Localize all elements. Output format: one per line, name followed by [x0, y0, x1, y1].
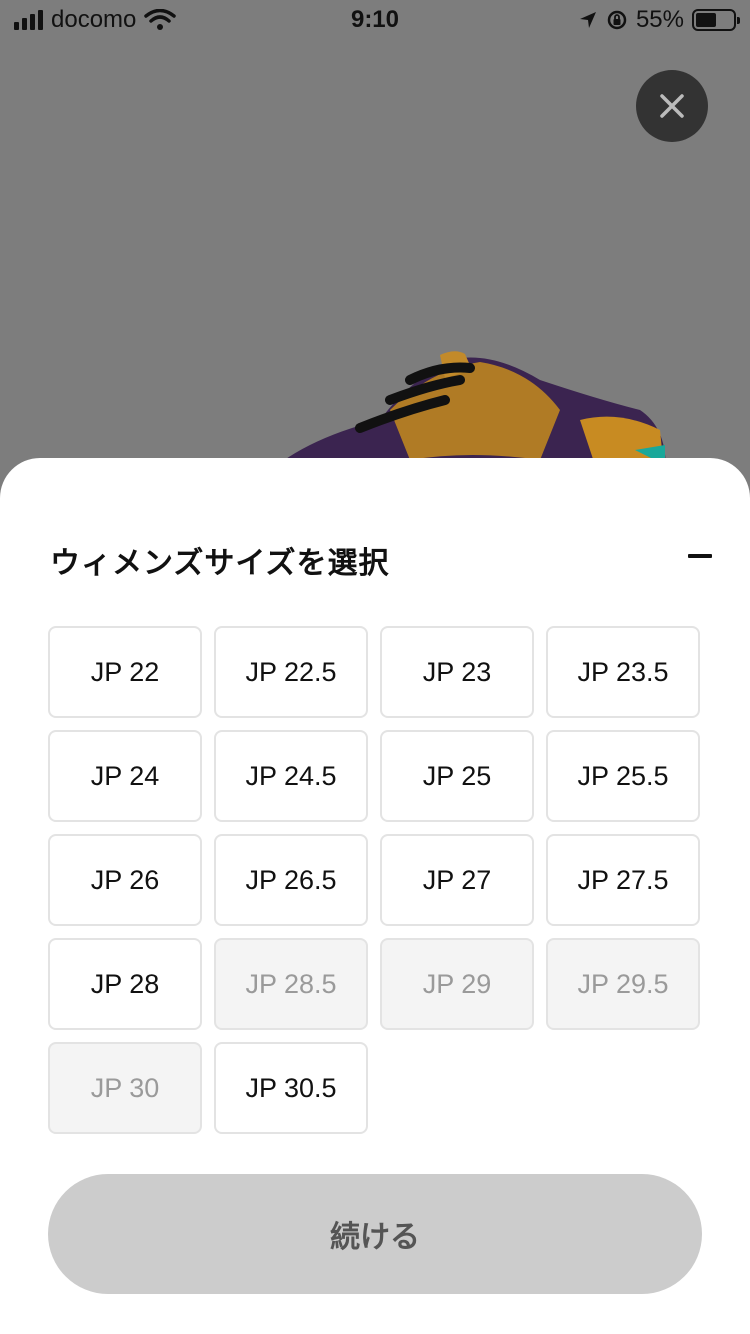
size-grid: JP 22 JP 22.5 JP 23 JP 23.5 JP 24 JP 24.5 JP 2… [48, 626, 702, 1134]
size-option-button[interactable]: JP 25 [380, 730, 534, 822]
battery-percent: 55% [635, 6, 684, 33]
size-option-button[interactable]: JP 24 [48, 730, 202, 822]
size-option-button[interactable]: JP 24.5 [214, 730, 368, 822]
size-option-button[interactable]: JP 26 [48, 834, 202, 926]
continue-button[interactable]: 続ける [48, 1174, 702, 1294]
size-option-button[interactable]: JP 28 [48, 938, 202, 1030]
rotation-lock-icon [607, 10, 627, 30]
size-option-button[interactable]: JP 27 [380, 834, 534, 926]
size-option-button[interactable]: JP 30.5 [214, 1042, 368, 1134]
size-option-button[interactable]: JP 26.5 [214, 834, 368, 926]
size-option-button: JP 30 [48, 1042, 202, 1134]
size-option-button[interactable]: JP 23 [380, 626, 534, 718]
size-option-button: JP 28.5 [214, 938, 368, 1030]
location-arrow-icon [579, 12, 596, 28]
status-bar: docomo 9:10 55% [0, 0, 750, 40]
status-right: 55% [578, 6, 740, 34]
battery-fill [696, 13, 716, 27]
size-option-button[interactable]: JP 23.5 [546, 626, 700, 718]
size-option-button[interactable]: JP 22 [48, 626, 202, 718]
battery-icon [692, 9, 740, 31]
close-button[interactable] [636, 70, 708, 142]
close-icon [660, 94, 684, 118]
size-option-button: JP 29 [380, 938, 534, 1030]
sheet-title: ウィメンズサイズを選択 [50, 546, 390, 581]
size-option-button[interactable]: JP 27.5 [546, 834, 700, 926]
size-option-button[interactable]: JP 25.5 [546, 730, 700, 822]
size-option-button: JP 29.5 [546, 938, 700, 1030]
minus-icon[interactable] [688, 554, 712, 558]
size-selection-sheet: ウィメンズサイズを選択 JP 22 JP 22.5 JP 23 JP 23.5 JP 2… [0, 458, 750, 1334]
size-option-button[interactable]: JP 22.5 [214, 626, 368, 718]
